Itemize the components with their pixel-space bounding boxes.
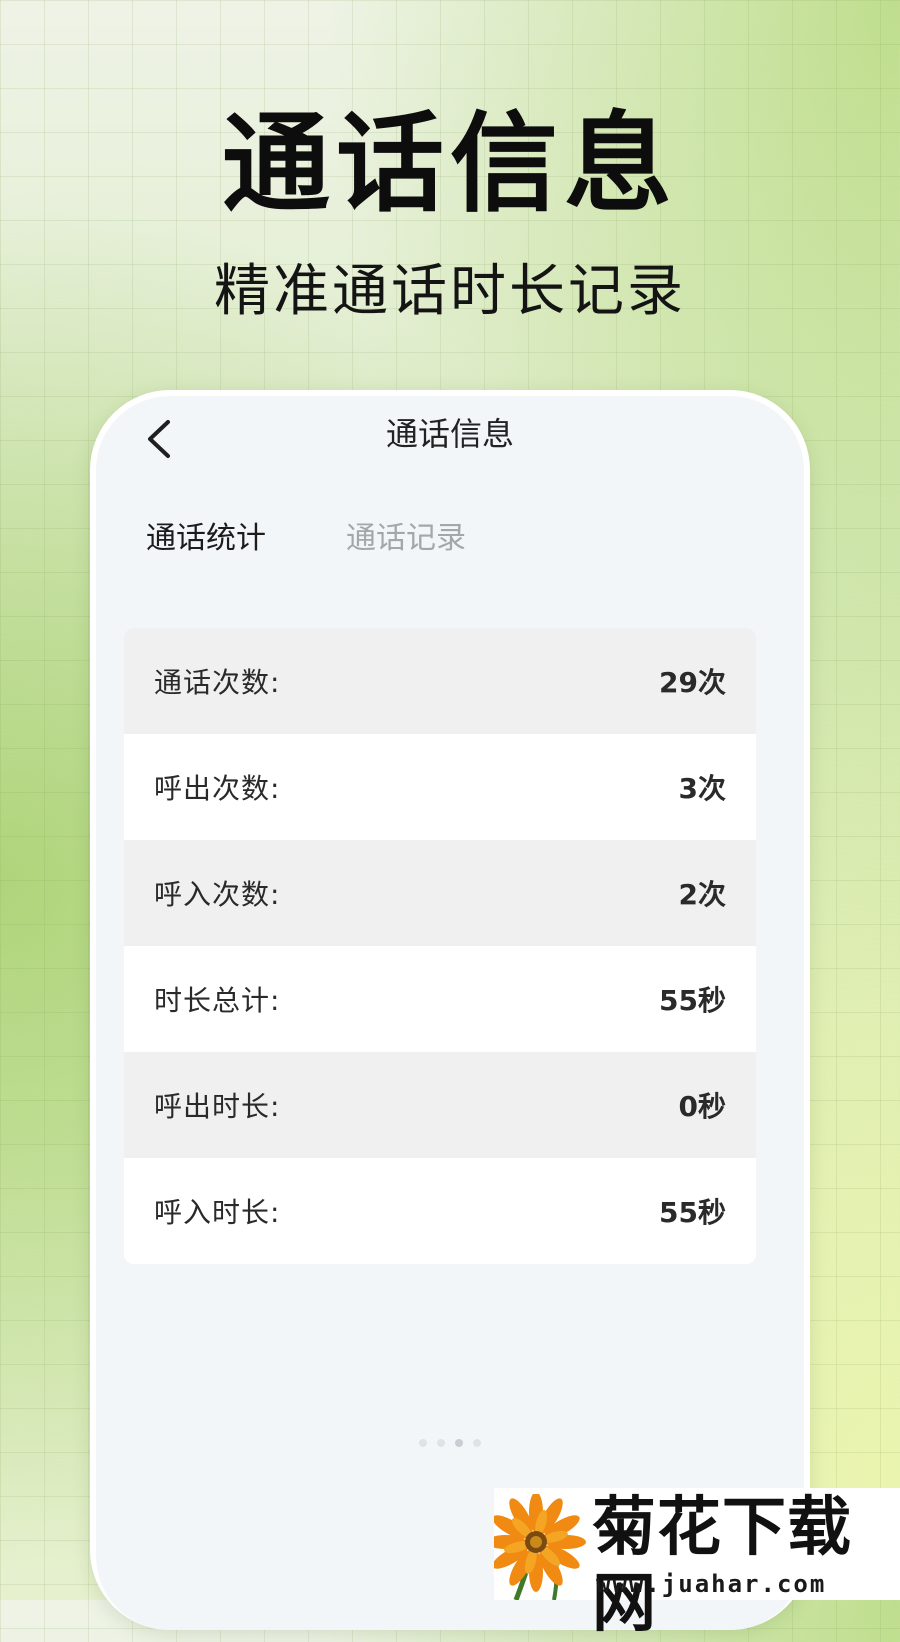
watermark: 菊花下载网 www.juahar.com: [494, 1488, 900, 1641]
stat-label: 时长总计:: [154, 984, 281, 1017]
stat-row-incoming-count: 呼入次数: 2次: [124, 840, 756, 946]
stat-row-outgoing-duration: 呼出时长: 0秒: [124, 1052, 756, 1158]
stat-value: 29次: [659, 666, 726, 699]
stat-label: 呼出时长:: [154, 1090, 281, 1123]
stat-label: 呼入次数:: [154, 878, 281, 911]
stat-value: 3次: [678, 772, 726, 805]
stat-value: 55秒: [659, 1196, 726, 1229]
page-dot: [437, 1439, 445, 1447]
stat-row-total-duration: 时长总计: 55秒: [124, 946, 756, 1052]
stat-row-incoming-duration: 呼入时长: 55秒: [124, 1158, 756, 1264]
page-dot: [419, 1439, 427, 1447]
stat-label: 呼出次数:: [154, 772, 281, 805]
stat-value: 55秒: [659, 984, 726, 1017]
stat-row-call-count: 通话次数: 29次: [124, 628, 756, 734]
page-indicator: [96, 1432, 804, 1451]
promo-subtitle: 精准通话时长记录: [214, 259, 686, 324]
call-stats-list: 通话次数: 29次 呼出次数: 3次 呼入次数: 2次 时长总计: 55秒 呼出…: [124, 628, 756, 1264]
watermark-url: www.juahar.com: [596, 1570, 827, 1598]
watermark-brand: 菊花下载网: [592, 1491, 852, 1641]
stat-value: 2次: [678, 878, 726, 911]
phone-screen: 通话信息 通话统计 通话记录 通话次数: 29次 呼出次数: 3次 呼入次数: …: [96, 396, 804, 1630]
stat-label: 呼入时长:: [154, 1196, 281, 1229]
page-dot-active: [455, 1439, 463, 1447]
screen-title: 通话信息: [385, 415, 514, 453]
stat-label: 通话次数:: [154, 666, 281, 699]
phone-frame: 通话信息 通话统计 通话记录 通话次数: 29次 呼出次数: 3次 呼入次数: …: [90, 390, 810, 1630]
tab-call-records[interactable]: 通话记录: [346, 516, 466, 562]
tab-call-stats[interactable]: 通话统计: [146, 516, 266, 562]
promo-title: 通话信息: [221, 102, 678, 227]
page-dot: [473, 1439, 481, 1447]
flower-logo-icon: [494, 1494, 586, 1600]
stat-row-outgoing-count: 呼出次数: 3次: [124, 734, 756, 840]
stat-value: 0秒: [678, 1090, 726, 1123]
